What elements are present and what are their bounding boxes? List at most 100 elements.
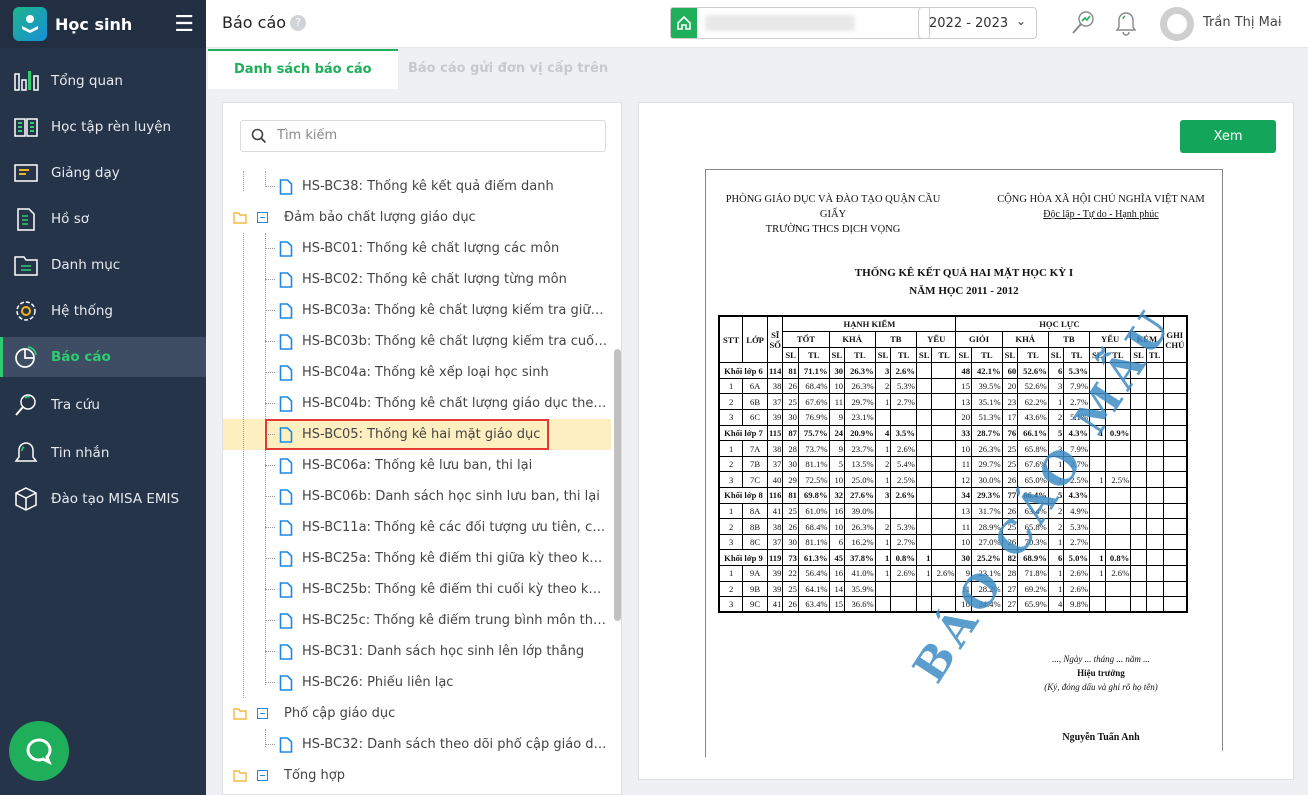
value-cell — [1089, 502, 1106, 520]
value-cell: 1 — [915, 565, 933, 582]
help-icon[interactable]: ? — [290, 15, 306, 31]
value-cell: 13 — [955, 393, 973, 411]
value-cell — [1104, 487, 1132, 504]
tree-report-item[interactable]: HS-BC31: Danh sách học sinh lên lớp thẳn… — [223, 636, 611, 667]
grade-label: Khối lớp 6 — [718, 362, 768, 379]
value-cell: 115 — [766, 424, 784, 442]
board-icon — [12, 159, 40, 187]
tree-report-item[interactable]: HS-BC03b: Thống kê chất lượng kiểm tra c… — [223, 326, 611, 357]
tab-reports-sent-upper-level[interactable]: Báo cáo gửi đơn vị cấp trên — [382, 49, 634, 89]
value-cell — [890, 596, 917, 613]
value-cell: 72.5% — [797, 471, 830, 489]
sidebar-item-4[interactable]: Danh mục — [0, 245, 206, 285]
user-avatar[interactable] — [1160, 7, 1194, 41]
tree-report-item[interactable]: HS-BC04a: Thống kê xếp loại học sinh — [223, 357, 611, 388]
note-cell — [1162, 533, 1188, 551]
tree-scrollbar[interactable] — [614, 349, 621, 621]
value-cell: 3 — [874, 362, 892, 379]
tree-report-item[interactable]: HS-BC25a: Thống kê điểm thi giữa kỳ theo… — [223, 543, 611, 574]
col-tl: TL — [844, 346, 876, 364]
tree-report-item[interactable]: HS-BC38: Thống kê kết quả điểm danh — [223, 171, 611, 202]
tree-group[interactable]: Tổng hợp — [223, 760, 611, 791]
tree-item-label: HS-BC11a: Thống kê các đối tượng ưu tiên… — [302, 520, 608, 535]
collapse-icon[interactable] — [257, 770, 268, 781]
tree-item-label: HS-BC03a: Thống kê chất lượng kiểm tra g… — [302, 303, 608, 318]
value-cell — [915, 393, 933, 411]
value-cell — [931, 455, 957, 473]
tree-group[interactable]: Phổ cập giáo dục — [223, 698, 611, 729]
tree-report-item[interactable]: HS-BC25b: Thống kê điểm thi cuối kỳ theo… — [223, 574, 611, 605]
tree-report-item[interactable]: HS-BC04b: Thống kê chất lượng giáo dục t… — [223, 388, 611, 419]
tree-report-item[interactable]: HS-BC32: Danh sách theo dõi phổ cập giáo… — [223, 729, 611, 760]
tree-report-item[interactable]: HS-BC06a: Thống kê lưu ban, thi lại — [223, 450, 611, 481]
menu-toggle-icon[interactable]: ☰ — [174, 12, 194, 37]
sidebar-item-9[interactable]: Đào tạo MISA EMIS — [0, 479, 206, 519]
value-cell: 73 — [782, 549, 799, 566]
value-cell: 9.8% — [1063, 596, 1091, 613]
value-cell — [931, 533, 957, 551]
class-cell: 7C — [742, 471, 768, 489]
tree-report-item[interactable]: HS-BC26: Phiếu liên lạc — [223, 667, 611, 698]
notification-bell-icon[interactable] — [1111, 8, 1141, 38]
value-cell — [1130, 409, 1147, 426]
value-cell: 61.3% — [797, 549, 830, 566]
school-selector[interactable] — [670, 7, 930, 39]
tab-report-list[interactable]: Danh sách báo cáo — [208, 49, 398, 89]
tree-report-item[interactable]: HS-BC06b: Danh sách học sinh lưu ban, th… — [223, 481, 611, 512]
value-cell: 1 — [1047, 580, 1065, 598]
search-input[interactable] — [277, 128, 577, 143]
chevron-down-icon[interactable]: ⌄ — [1275, 14, 1284, 27]
organization-header: PHÒNG GIÁO DỤC VÀ ĐÀO TẠO QUẬN CẦU GIẤY … — [718, 192, 948, 237]
sidebar-item-5[interactable]: Hệ thống — [0, 291, 206, 331]
report-file-icon — [279, 736, 293, 753]
value-cell: 4.9% — [1063, 502, 1091, 520]
tree-report-item[interactable]: HS-BC25c: Thống kê điểm trung bình môn t… — [223, 605, 611, 636]
value-cell: 5.3% — [1063, 518, 1091, 535]
search-box[interactable] — [240, 120, 606, 152]
note-cell — [1162, 377, 1188, 395]
class-cell: 9B — [742, 580, 768, 598]
tree-report-item[interactable]: HS-BC01: Thống kê chất lượng các môn — [223, 233, 611, 264]
value-cell — [1145, 377, 1164, 395]
sidebar-item-3[interactable]: Hồ sơ — [0, 199, 206, 239]
user-name[interactable]: Trần Thị Mai — [1203, 15, 1281, 30]
tree-item-label: HS-BC32: Danh sách theo dõi phổ cập giáo… — [302, 737, 608, 752]
sidebar-item-0[interactable]: Tổng quan — [0, 61, 206, 101]
tree-group-label: Đảm bảo chất lượng giáo dục — [284, 210, 476, 225]
value-cell: 1 — [874, 471, 892, 489]
value-cell: 68.4% — [797, 518, 830, 535]
tree-item-label: HS-BC06a: Thống kê lưu ban, thi lại — [302, 458, 533, 473]
tree-report-item[interactable]: HS-BC02: Thống kê chất lượng từng môn — [223, 264, 611, 295]
tree-report-item[interactable]: HS-BC11a: Thống kê các đối tượng ưu tiên… — [223, 512, 611, 543]
collapse-icon[interactable] — [257, 708, 268, 719]
value-cell: 71.1% — [797, 362, 830, 379]
tree-group[interactable]: Đảm bảo chất lượng giáo dục — [223, 202, 611, 233]
sidebar-item-1[interactable]: Học tập rèn luyện — [0, 107, 206, 147]
analytics-search-icon[interactable] — [1068, 8, 1098, 38]
collapse-icon[interactable] — [257, 212, 268, 223]
sidebar-item-6[interactable]: Báo cáo — [0, 337, 206, 377]
view-button[interactable]: Xem — [1180, 120, 1276, 153]
chat-button[interactable] — [9, 721, 69, 781]
value-cell — [1089, 580, 1106, 598]
sidebar-item-8[interactable]: Tin nhắn — [0, 433, 206, 473]
value-cell — [915, 580, 933, 598]
grade-label: Khối lớp 9 — [718, 549, 768, 566]
bell-icon — [12, 439, 40, 467]
value-cell: 29 — [782, 471, 799, 489]
value-cell: 1 — [1047, 533, 1065, 551]
class-cell: 9A — [742, 565, 768, 582]
value-cell — [931, 362, 957, 379]
tree-report-item[interactable]: HS-BC03a: Thống kê chất lượng kiểm tra g… — [223, 295, 611, 326]
note-cell — [1162, 424, 1188, 442]
folder-icon — [233, 211, 247, 224]
report-file-icon — [279, 643, 293, 660]
sidebar-item-7[interactable]: Tra cứu — [0, 385, 206, 425]
school-year-select[interactable]: 2022 - 2023 ⌄ — [918, 7, 1037, 39]
sidebar-item-2[interactable]: Giảng dạy — [0, 153, 206, 193]
value-cell: 1 — [874, 440, 892, 457]
value-cell: 1 — [915, 549, 933, 566]
value-cell: 51.3% — [971, 409, 1003, 426]
report-file-icon — [279, 240, 293, 257]
school-name-blurred — [705, 15, 855, 31]
